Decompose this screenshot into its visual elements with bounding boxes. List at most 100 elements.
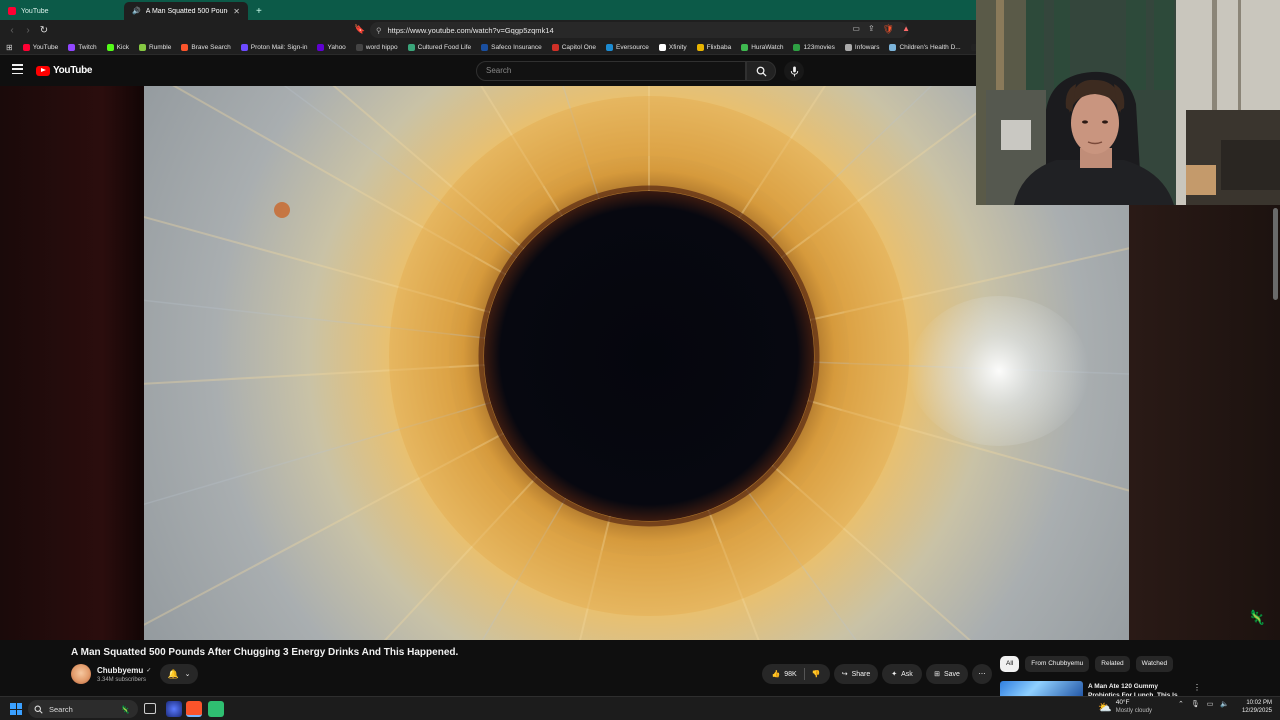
thumbs-up-icon: 👍: [771, 671, 781, 678]
bookmark-favicon-icon: [606, 43, 614, 51]
taskbar-search-label: Search: [49, 704, 73, 714]
bookmark-favicon-icon: [844, 43, 852, 51]
task-view-icon[interactable]: [144, 703, 156, 714]
bookmark-item[interactable]: 123movies: [793, 43, 835, 51]
filter-chip[interactable]: From Chubbyemu: [1025, 656, 1090, 672]
bookmark-favicon-icon: [240, 43, 248, 51]
site-settings-icon[interactable]: ⚲: [376, 26, 382, 35]
bookmark-label: Proton Mail: Sign-in: [250, 43, 308, 51]
subscribed-notification-button[interactable]: 🔔 ⌄: [160, 664, 198, 684]
bookmark-favicon-icon: [407, 43, 415, 51]
webcam-overlay: [976, 0, 1280, 205]
bookmark-item[interactable]: Brave Search: [181, 43, 231, 51]
more-actions-button[interactable]: ⋯: [972, 664, 992, 684]
brave-rewards-icon[interactable]: ▲: [902, 24, 910, 35]
app-icon-green[interactable]: [208, 701, 224, 717]
filter-chip[interactable]: Watched: [1135, 656, 1174, 672]
bookmark-label: Flixbaba: [706, 43, 732, 51]
tab-current-video[interactable]: 🔊 A Man Squatted 500 Pounds ✕: [124, 2, 248, 20]
share-button[interactable]: ↪ Share: [834, 664, 878, 684]
ask-button[interactable]: ✦ Ask: [882, 664, 922, 684]
close-tab-icon[interactable]: ✕: [233, 7, 240, 16]
url-field[interactable]: ⚲ https://www.youtube.com/watch?v=Gqgp5z…: [370, 22, 908, 38]
bookmark-item[interactable]: Flixbaba: [696, 43, 732, 51]
brave-browser-icon[interactable]: [186, 701, 202, 717]
apps-grid-icon[interactable]: ⊞: [6, 43, 13, 52]
bookmark-item[interactable]: Cultured Food Life: [407, 43, 471, 51]
bookmark-icon[interactable]: 🔖: [354, 24, 365, 35]
weather-condition: Mostly cloudy: [1115, 708, 1153, 714]
filter-chip[interactable]: Related: [1095, 656, 1130, 672]
brave-shields-icon[interactable]: 🛡: [883, 24, 894, 35]
tab-youtube[interactable]: YouTube: [0, 2, 124, 20]
like-button[interactable]: 👍 98K: [771, 670, 797, 679]
youtube-favicon-icon: [8, 7, 16, 15]
dislike-button[interactable]: 👎: [812, 670, 821, 678]
menu-icon[interactable]: [12, 64, 23, 74]
network-icon[interactable]: ▭: [1207, 700, 1214, 708]
bookmark-item[interactable]: YouTube: [22, 43, 58, 51]
search-button[interactable]: [746, 61, 776, 81]
bookmark-favicon-icon: [106, 43, 114, 51]
filter-chip[interactable]: All: [1000, 656, 1020, 672]
like-count: 98K: [784, 670, 797, 678]
channel-avatar[interactable]: [71, 664, 91, 684]
page-scrollbar[interactable]: [1273, 208, 1278, 300]
back-icon[interactable]: ‹: [4, 25, 20, 36]
weather-widget[interactable]: ⛅ 40°F Mostly cloudy: [1098, 699, 1152, 715]
chevron-up-icon[interactable]: ⌃: [1178, 700, 1184, 708]
url-text: https://www.youtube.com/watch?v=Gqgp5zqm…: [387, 25, 554, 35]
bookmark-item[interactable]: Twitch: [68, 43, 97, 51]
bookmark-favicon-icon: [181, 43, 189, 51]
bell-icon: 🔔: [167, 668, 179, 679]
bookmark-label: Xfinity: [668, 43, 687, 51]
channel-name-link[interactable]: Chubbyemu ✓: [97, 666, 151, 675]
tab-title: YouTube: [21, 7, 49, 15]
like-dislike-group: 👍 98K 👎: [762, 664, 830, 684]
more-vertical-icon[interactable]: ⋮: [1193, 683, 1201, 692]
video-title: A Man Squatted 500 Pounds After Chugging…: [71, 647, 459, 658]
chubbyemu-watermark-icon: 🦎: [1248, 609, 1266, 625]
ambient-background-right: [1129, 205, 1280, 640]
bookmark-item[interactable]: HuraWatch: [741, 43, 783, 51]
bookmark-item[interactable]: Capitol One: [551, 43, 596, 51]
voice-search-button[interactable]: [784, 61, 804, 81]
microphone-icon[interactable]: 🎙: [1191, 700, 1200, 708]
youtube-logo[interactable]: YouTube: [36, 65, 93, 76]
bookmark-item[interactable]: Kick: [106, 43, 129, 51]
app-icon-blue[interactable]: [166, 701, 182, 717]
bookmark-item[interactable]: Infowars: [844, 43, 879, 51]
ask-label: Ask: [901, 670, 913, 678]
microphone-icon: [790, 65, 798, 77]
share-page-icon[interactable]: ⇪: [868, 24, 875, 35]
bookmark-item[interactable]: Proton Mail: Sign-in: [240, 43, 308, 51]
bookmark-item[interactable]: Safeco Insurance: [481, 43, 542, 51]
taskbar-search[interactable]: Search 🦎: [28, 700, 138, 718]
bookmark-item[interactable]: Xfinity: [658, 43, 687, 51]
bookmark-label: Twitch: [78, 43, 97, 51]
bookmark-item[interactable]: Rumble: [138, 43, 171, 51]
screen: { "browser": { "tabs": [ {"title": "YouT…: [0, 0, 1280, 720]
address-bar-row: ‹ › ↻ 🔖 ⚲ https://www.youtube.com/watch?…: [0, 20, 976, 40]
windows-taskbar: Search 🦎: [0, 696, 1280, 720]
bookmark-favicon-icon: [658, 43, 666, 51]
forward-icon[interactable]: ›: [20, 25, 36, 36]
reload-icon[interactable]: ↻: [36, 25, 52, 36]
bookmarks-bar: ⊞ YouTube Twitch Kick Rumble Brave Search Pro…: [0, 40, 976, 55]
new-tab-icon[interactable]: +: [248, 6, 270, 20]
cast-icon[interactable]: ▭: [852, 24, 860, 35]
volume-icon[interactable]: 🔈: [1220, 700, 1229, 708]
thumbs-down-icon: 👎: [811, 671, 821, 678]
clock-time: 10:02 PM: [1246, 700, 1272, 706]
bookmark-item[interactable]: word hippo: [355, 43, 398, 51]
bookmark-label: Kick: [116, 43, 129, 51]
save-button[interactable]: ⊞ Save: [926, 664, 968, 684]
bookmark-item[interactable]: Children's Health D...: [889, 43, 961, 51]
related-filter-chips: All From Chubbyemu Related Watched: [1000, 656, 1174, 672]
bookmark-item[interactable]: Eversource: [606, 43, 649, 51]
search-input[interactable]: Search: [476, 61, 746, 81]
windows-start-icon[interactable]: [10, 703, 22, 715]
browser-tab-bar: YouTube 🔊 A Man Squatted 500 Pounds ✕ +: [0, 0, 976, 20]
bookmark-item[interactable]: Yahoo: [317, 43, 346, 51]
taskbar-clock[interactable]: 10:02 PM 12/29/2025: [1236, 699, 1272, 715]
